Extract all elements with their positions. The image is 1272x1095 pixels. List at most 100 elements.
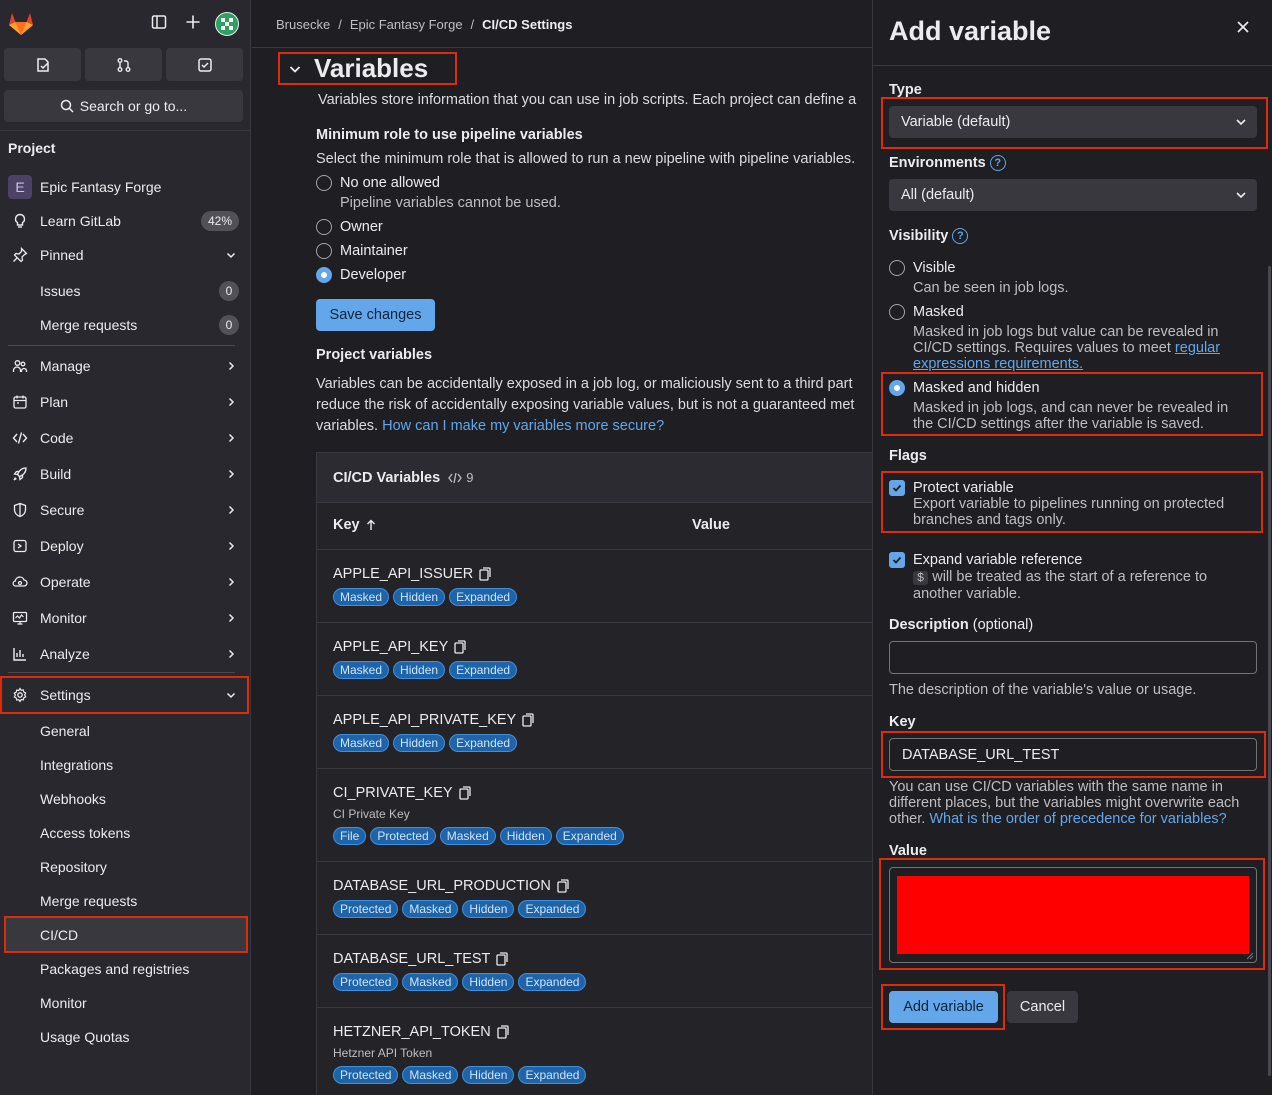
sidebar-item-project[interactable]: E Epic Fantasy Forge <box>0 170 251 204</box>
radio-button[interactable] <box>889 304 905 320</box>
copy-icon[interactable] <box>522 713 534 727</box>
sidebar-item-repository[interactable]: Repository <box>0 850 251 884</box>
sidebar-item-issues[interactable]: Issues 0 <box>0 274 251 308</box>
sidebar-item-general[interactable]: General <box>0 714 251 748</box>
visibility-option-masked-hidden[interactable]: Masked and hidden <box>889 380 1040 396</box>
role-option-maintainer[interactable]: Maintainer <box>316 243 408 259</box>
column-header-key[interactable]: Key <box>333 517 376 533</box>
sidebar-item-access-tokens[interactable]: Access tokens <box>0 816 251 850</box>
sidebar: Search or go to... Project E Epic Fantas… <box>0 0 251 1095</box>
sidebar-item-learn-gitlab[interactable]: Learn GitLab 42% <box>0 204 251 238</box>
sidebar-item-webhooks[interactable]: Webhooks <box>0 782 251 816</box>
secure-variables-link[interactable]: How can I make my variables more secure? <box>382 418 664 434</box>
chevron-down-icon <box>289 65 301 73</box>
table-row: HETZNER_API_TOKEN Hetzner API Token Prot… <box>317 1007 875 1095</box>
badge: Expanded <box>518 1066 587 1084</box>
breadcrumb-item[interactable]: Epic Fantasy Forge <box>350 17 463 32</box>
environments-label-text: Environments <box>889 155 986 171</box>
project-avatar: E <box>8 175 32 199</box>
type-label: Type <box>889 82 922 98</box>
divider <box>8 345 235 346</box>
radio-button[interactable] <box>316 175 332 191</box>
merge-request-icon <box>117 57 130 72</box>
breadcrumb-current: CI/CD Settings <box>482 17 573 32</box>
merge-requests-shortcut-button[interactable] <box>85 48 162 81</box>
radio-button[interactable] <box>316 243 332 259</box>
type-select[interactable]: Variable (default) <box>889 106 1257 138</box>
copy-icon[interactable] <box>479 567 491 581</box>
sidebar-item-merge-requests[interactable]: Merge requests 0 <box>0 308 251 342</box>
sidebar-item-operate[interactable]: Operate <box>0 565 251 599</box>
sidebar-item-analyze[interactable]: Analyze <box>0 637 251 671</box>
scrollbar[interactable] <box>1268 266 1271 1076</box>
sidebar-item-monitor[interactable]: Monitor <box>0 601 251 635</box>
sidebar-item-cicd[interactable]: CI/CD <box>4 916 248 953</box>
value-textarea[interactable] <box>889 867 1257 963</box>
key-input[interactable]: DATABASE_URL_TEST <box>889 738 1257 771</box>
sidebar-item-packages[interactable]: Packages and registries <box>0 952 251 986</box>
copy-icon[interactable] <box>497 1025 509 1039</box>
gitlab-logo-icon[interactable] <box>8 11 34 36</box>
avatar[interactable] <box>215 12 239 36</box>
sidebar-item-manage[interactable]: Manage <box>0 349 251 383</box>
sidebar-item-build[interactable]: Build <box>0 457 251 491</box>
chart-icon <box>13 648 26 661</box>
sidebar-item-secure[interactable]: Secure <box>0 493 251 527</box>
sidebar-item-integrations[interactable]: Integrations <box>0 748 251 782</box>
expand-checkbox[interactable] <box>889 552 905 568</box>
description-input[interactable] <box>889 641 1257 674</box>
copy-icon[interactable] <box>557 879 569 893</box>
radio-button-selected[interactable] <box>316 267 332 283</box>
badge-list: Masked Hidden Expanded <box>333 734 518 752</box>
description-label-text: Description <box>889 617 969 633</box>
radio-button-selected[interactable] <box>889 380 905 396</box>
role-option-developer[interactable]: Developer <box>316 267 406 283</box>
plus-icon[interactable] <box>185 14 201 30</box>
copy-icon[interactable] <box>496 952 509 966</box>
cancel-button[interactable]: Cancel <box>1007 991 1078 1023</box>
badge: Expanded <box>555 827 624 845</box>
resize-handle-icon <box>1246 952 1254 960</box>
visibility-option-masked[interactable]: Masked <box>889 304 964 320</box>
role-option-owner[interactable]: Owner <box>316 219 383 235</box>
copy-icon[interactable] <box>454 640 466 654</box>
add-variable-button[interactable]: Add variable <box>889 991 998 1023</box>
sidebar-item-settings-monitor[interactable]: Monitor <box>0 986 251 1020</box>
close-icon[interactable] <box>1236 20 1250 34</box>
radio-button[interactable] <box>889 260 905 276</box>
description-label: Description (optional) <box>889 617 1033 633</box>
help-icon[interactable]: ? <box>989 155 1006 171</box>
sidebar-toggle-icon[interactable] <box>151 14 167 30</box>
sidebar-item-usage-quotas[interactable]: Usage Quotas <box>0 1020 251 1054</box>
radio-button[interactable] <box>316 219 332 235</box>
search-button[interactable]: Search or go to... <box>4 90 243 122</box>
sidebar-item-label: Integrations <box>40 757 114 773</box>
project-variables-desc: Variables can be accidentally exposed in… <box>316 376 853 392</box>
role-option-none[interactable]: No one allowed <box>316 175 440 191</box>
help-icon[interactable]: ? <box>952 228 969 244</box>
save-changes-button[interactable]: Save changes <box>316 299 435 331</box>
protect-checkbox[interactable] <box>889 480 905 496</box>
table-row: DATABASE_URL_TEST Protected Masked Hidde… <box>317 934 875 1007</box>
sidebar-item-deploy[interactable]: Deploy <box>0 529 251 563</box>
sidebar-item-settings[interactable]: Settings <box>0 676 249 714</box>
chevron-down-icon <box>226 692 236 699</box>
sidebar-item-plan[interactable]: Plan <box>0 385 251 419</box>
sidebar-item-code[interactable]: Code <box>0 421 251 455</box>
sidebar-item-label: Code <box>40 430 74 446</box>
breadcrumb-item[interactable]: Brusecke <box>276 17 330 32</box>
page-title: Variables <box>314 53 429 83</box>
environments-select[interactable]: All (default) <box>889 179 1257 211</box>
precedence-link[interactable]: What is the order of precedence for vari… <box>929 811 1226 827</box>
todo-shortcut-button[interactable] <box>166 48 243 81</box>
variables-section-toggle[interactable]: Variables <box>278 52 457 85</box>
option-label: Masked and hidden <box>913 380 1040 396</box>
sidebar-item-settings-merge-requests[interactable]: Merge requests <box>0 884 251 918</box>
expand-help-text: will be treated as the start of a refere… <box>913 569 1208 602</box>
issues-shortcut-button[interactable] <box>4 48 81 81</box>
visibility-option-visible[interactable]: Visible <box>889 260 955 276</box>
sidebar-item-label: Build <box>40 466 72 482</box>
copy-icon[interactable] <box>458 786 471 800</box>
sidebar-item-label: Packages and registries <box>40 961 190 977</box>
sidebar-item-pinned[interactable]: Pinned <box>0 238 251 272</box>
